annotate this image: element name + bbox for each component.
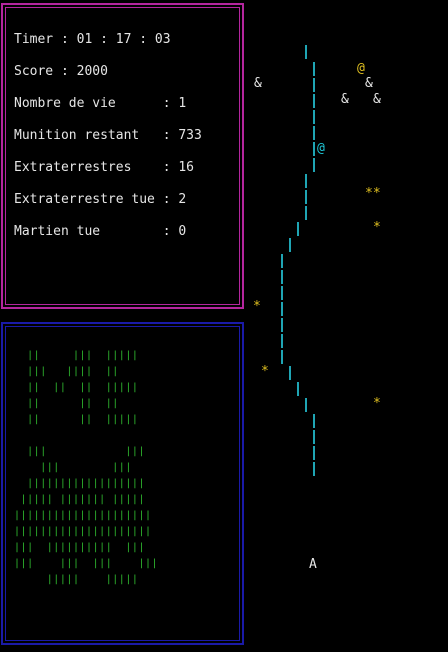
ampersand-enemy: & (365, 76, 373, 91)
laser-segment (289, 238, 291, 252)
laser-segment (281, 270, 283, 284)
star-enemy: ** (365, 186, 381, 201)
laser-segment (297, 222, 299, 236)
laser-segment (281, 318, 283, 332)
laser-segment (281, 254, 283, 268)
laser-segment (305, 190, 307, 204)
martians-killed-label: Martien tue : 0 (14, 224, 187, 239)
game-playfield: @ & & & & @ ** * * * * A (244, 0, 448, 652)
ampersand-enemy: & (373, 92, 381, 107)
laser-segment (313, 446, 315, 460)
laser-segment (297, 382, 299, 396)
star-enemy: * (373, 396, 381, 411)
score-label: Score : 2000 (14, 64, 108, 79)
timer-label: Timer : 01 : 17 : 03 (14, 32, 171, 47)
lives-label: Nombre de vie : 1 (14, 96, 187, 111)
title-ascii-art: || ||| ||||| ||| |||| || || || || ||||| … (14, 350, 159, 585)
laser-segment (313, 94, 315, 108)
laser-segment (313, 78, 315, 92)
laser-segment (281, 302, 283, 316)
laser-segment (313, 142, 315, 156)
ammo-label: Munition restant : 733 (14, 128, 202, 143)
ampersand-enemy: & (254, 76, 262, 91)
star-enemy: * (373, 220, 381, 235)
laser-segment (313, 158, 315, 172)
laser-segment (305, 206, 307, 220)
title-art-panel: || ||| ||||| ||| |||| || || || || ||||| … (1, 322, 244, 645)
laser-segment (305, 174, 307, 188)
ampersand-enemy: & (341, 92, 349, 107)
star-enemy: * (261, 364, 269, 379)
laser-segment (313, 462, 315, 476)
laser-segment (281, 286, 283, 300)
laser-segment (281, 350, 283, 364)
player-ship: A (309, 557, 317, 572)
stats-panel: Timer : 01 : 17 : 03 Score : 2000 Nombre… (1, 3, 244, 309)
laser-segment (313, 110, 315, 124)
laser-segment (313, 430, 315, 444)
laser-segment (281, 334, 283, 348)
laser-segment (289, 366, 291, 380)
laser-segment (313, 126, 315, 140)
aliens-killed-label: Extraterrestre tue : 2 (14, 192, 187, 207)
laser-segment (305, 45, 307, 59)
aliens-label: Extraterrestres : 16 (14, 160, 195, 175)
laser-segment (305, 398, 307, 412)
star-enemy: * (253, 299, 261, 314)
martian-enemy: @ (317, 141, 325, 156)
martian-enemy: @ (357, 61, 365, 76)
laser-segment (313, 62, 315, 76)
laser-segment (313, 414, 315, 428)
